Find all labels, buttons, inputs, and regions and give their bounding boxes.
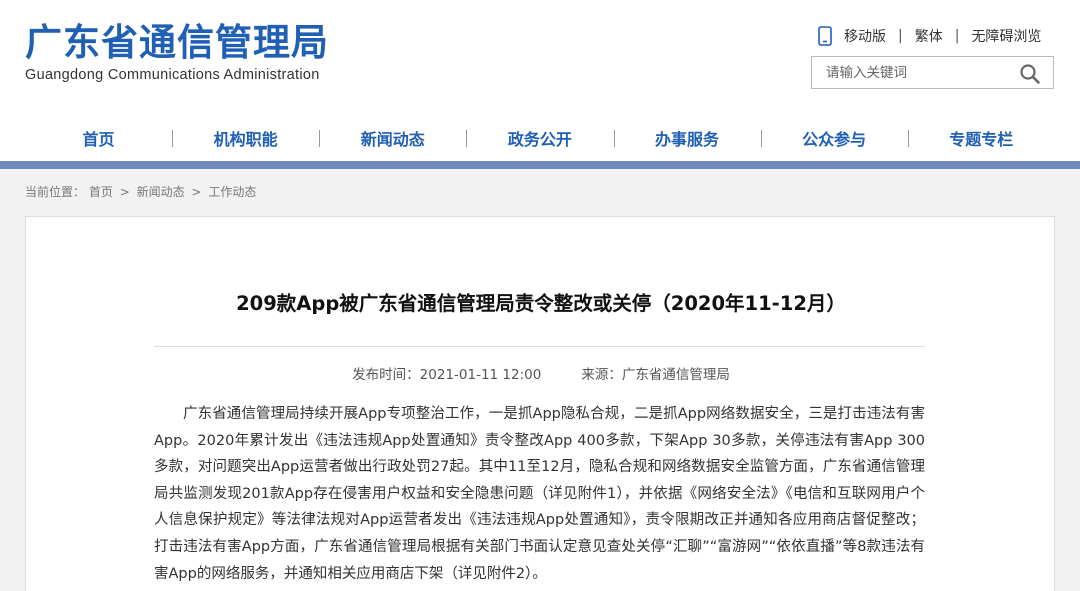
nav-bottom-bar [0, 161, 1080, 169]
search-box [811, 56, 1054, 89]
site-header: 广东省通信管理局 Guangdong Communications Admini… [0, 0, 1080, 162]
article-body: 广东省通信管理局持续开展App专项整治工作，一是抓App隐私合规，二是抓App网… [154, 406, 925, 582]
publish-time: 发布时间：2021-01-11 12:00 [352, 367, 542, 383]
search-input[interactable] [826, 63, 1011, 83]
article-panel: 209款App被广东省通信管理局责令整改或关停（2020年11-12月） 发布时… [25, 216, 1055, 591]
site-logo-subtitle: Guangdong Communications Administration [25, 67, 320, 83]
main-nav: 首页 机构职能 新闻动态 政务公开 办事服务 公众参与 专题专栏 [25, 118, 1055, 158]
top-links: 移动版 | 繁体 | 无障碍浏览 [818, 24, 1041, 48]
accessibility-link[interactable]: 无障碍浏览 [971, 26, 1041, 46]
breadcrumb-arrow: > [191, 185, 202, 199]
breadcrumb: 当前位置： 首页 > 新闻动态 > 工作动态 [25, 183, 256, 200]
breadcrumb-work-news[interactable]: 工作动态 [208, 185, 256, 199]
mobile-version-link[interactable]: 移动版 [844, 26, 886, 46]
link-separator: | [898, 28, 903, 44]
nav-item-public-participation[interactable]: 公众参与 [760, 118, 908, 158]
breadcrumb-label: 当前位置： [25, 185, 86, 199]
mobile-phone-icon[interactable] [818, 26, 832, 46]
nav-item-topics[interactable]: 专题专栏 [907, 118, 1055, 158]
traditional-chinese-link[interactable]: 繁体 [915, 26, 943, 46]
breadcrumb-home[interactable]: 首页 [89, 185, 113, 199]
nav-item-functions[interactable]: 机构职能 [172, 118, 319, 158]
nav-item-government-affairs[interactable]: 政务公开 [466, 118, 613, 158]
article-title: 209款App被广东省通信管理局责令整改或关停（2020年11-12月） [236, 292, 846, 315]
search-icon[interactable] [1019, 63, 1041, 85]
article-meta: 发布时间：2021-01-11 12:00 来源：广东省通信管理局 [26, 363, 1056, 383]
site-logo-title[interactable]: 广东省通信管理局 [25, 20, 329, 66]
article-source: 来源：广东省通信管理局 [581, 367, 730, 383]
title-divider [154, 346, 925, 347]
nav-item-home[interactable]: 首页 [25, 118, 172, 158]
link-separator: | [954, 28, 960, 44]
nav-item-services[interactable]: 办事服务 [613, 118, 761, 158]
nav-item-news[interactable]: 新闻动态 [319, 118, 466, 158]
breadcrumb-news[interactable]: 新闻动态 [137, 185, 185, 199]
breadcrumb-arrow: > [119, 185, 130, 199]
